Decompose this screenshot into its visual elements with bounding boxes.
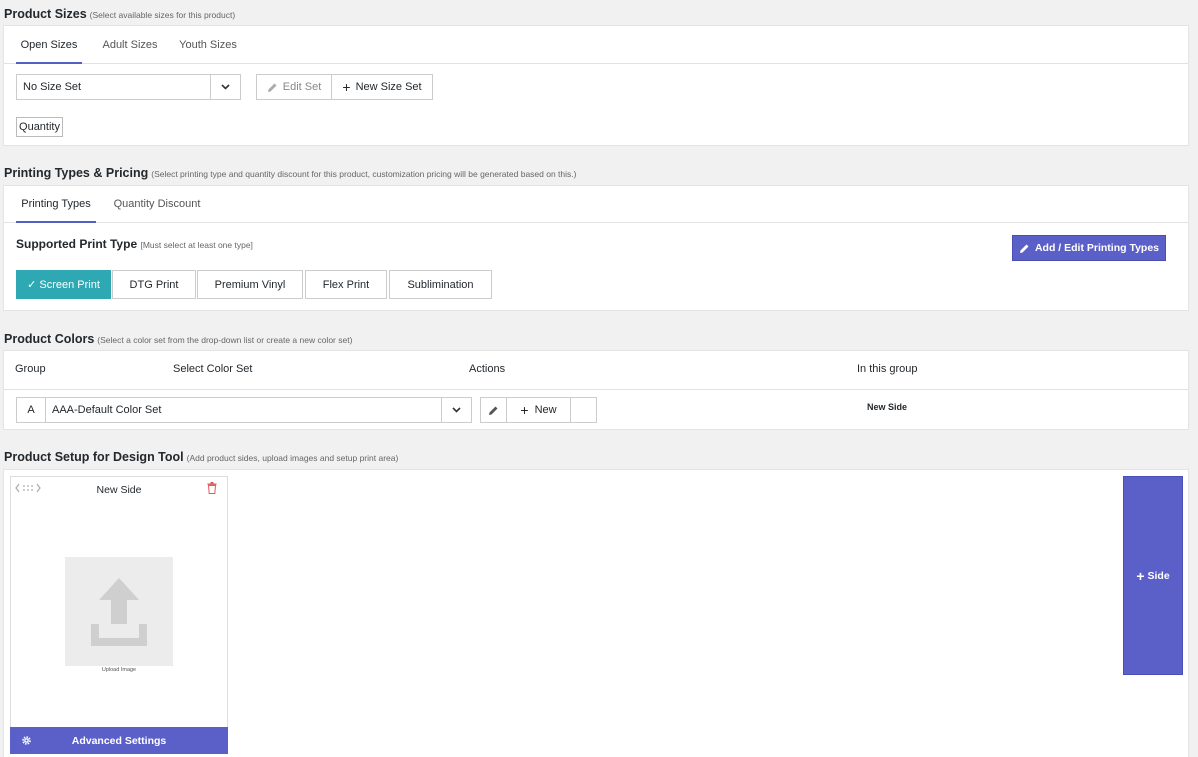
upload-image-area[interactable] [65, 557, 173, 666]
advanced-settings-label: Advanced Settings [71, 734, 167, 747]
printing-title: Printing Types & Pricing (Select printing… [4, 166, 576, 180]
new-color-set-label: New [534, 404, 557, 416]
printing-heading: Printing Types & Pricing [4, 166, 149, 180]
design-setup-panel: New Side Upload Image Advanced Settings … [3, 469, 1189, 757]
upload-image-label: Upload Image [101, 667, 137, 673]
add-side-button[interactable]: + Side [1123, 476, 1183, 675]
new-size-set-button[interactable]: + New Size Set [331, 74, 433, 100]
product-sizes-title: Product Sizes (Select available sizes for… [4, 7, 235, 21]
product-colors-panel: Group Select Color Set Actions In this g… [3, 350, 1189, 430]
group-label: A [16, 397, 46, 423]
extra-action-button[interactable] [570, 397, 597, 423]
column-select-color-set: Select Color Set [173, 363, 253, 375]
supported-print-type-text: Supported Print Type [16, 237, 138, 251]
size-set-select[interactable]: No Size Set [16, 74, 241, 100]
chevron-down-icon [210, 75, 240, 99]
size-tabs: Open Sizes Adult Sizes Youth Sizes [4, 26, 1188, 64]
product-colors-hint: (Select a color set from the drop-down l… [97, 335, 353, 345]
colors-header-divider [4, 389, 1188, 390]
product-sizes-heading: Product Sizes [4, 7, 87, 21]
side-card: New Side Upload Image Advanced Settings [10, 476, 228, 754]
tab-printing-types[interactable]: Printing Types [16, 186, 96, 223]
quantity-tag[interactable]: Quantity [16, 117, 63, 137]
plus-icon: + [342, 79, 351, 95]
tab-youth-sizes[interactable]: Youth Sizes [169, 26, 247, 64]
printing-panel: Printing Types Quantity Discount Support… [3, 185, 1189, 311]
gear-icon [21, 735, 32, 746]
column-group: Group [15, 363, 46, 375]
plus-icon: + [520, 402, 529, 418]
supported-print-type-label: Supported Print Type [Must select at lea… [16, 237, 253, 251]
tab-quantity-discount[interactable]: Quantity Discount [106, 186, 208, 223]
product-sizes-panel: Open Sizes Adult Sizes Youth Sizes No Si… [3, 25, 1189, 146]
in-group-side-name: New Side [867, 402, 908, 412]
print-type-sublimination[interactable]: Sublimination [389, 270, 492, 299]
print-type-dtg-print[interactable]: DTG Print [112, 270, 196, 299]
print-type-premium-vinyl[interactable]: Premium Vinyl [197, 270, 303, 299]
print-type-flex-print[interactable]: Flex Print [305, 270, 387, 299]
edit-color-set-button[interactable] [480, 397, 507, 423]
printing-tabs: Printing Types Quantity Discount [4, 186, 1188, 223]
supported-print-type-hint: [Must select at least one type] [140, 240, 253, 250]
add-edit-printing-types-label: Add / Edit Printing Types [1034, 242, 1160, 254]
tab-open-sizes[interactable]: Open Sizes [16, 26, 82, 64]
side-name: New Side [96, 484, 142, 496]
pencil-icon [1019, 243, 1030, 254]
size-set-value: No Size Set [23, 81, 82, 93]
chevron-down-icon [441, 398, 471, 422]
trash-icon[interactable] [207, 482, 217, 494]
edit-set-button[interactable]: Edit Set [256, 74, 332, 100]
product-colors-heading: Product Colors [4, 332, 95, 346]
print-type-screen-print[interactable]: ✓ Screen Print [16, 270, 111, 299]
tab-adult-sizes[interactable]: Adult Sizes [92, 26, 168, 64]
upload-icon [79, 572, 159, 652]
color-set-value: AAA-Default Color Set [52, 404, 162, 416]
column-in-this-group: In this group [857, 363, 918, 375]
advanced-settings-button[interactable]: Advanced Settings [10, 727, 228, 754]
design-setup-hint: (Add product sides, upload images and se… [186, 453, 399, 463]
product-colors-title: Product Colors (Select a color set from t… [4, 332, 352, 346]
new-color-set-button[interactable]: + New [506, 397, 571, 423]
pencil-icon [267, 82, 278, 93]
column-actions: Actions [469, 363, 506, 375]
design-setup-title: Product Setup for Design Tool (Add produc… [4, 450, 398, 464]
product-sizes-hint: (Select available sizes for this product… [89, 10, 236, 20]
add-edit-printing-types-button[interactable]: Add / Edit Printing Types [1012, 235, 1166, 261]
edit-set-label: Edit Set [282, 81, 322, 93]
add-side-label: Side [1147, 569, 1170, 582]
design-setup-heading: Product Setup for Design Tool [4, 450, 184, 464]
plus-icon: + [1136, 567, 1145, 584]
pencil-icon [488, 405, 499, 416]
printing-hint: (Select printing type and quantity disco… [151, 169, 577, 179]
new-size-set-label: New Size Set [355, 81, 422, 93]
color-set-select[interactable]: AAA-Default Color Set [45, 397, 472, 423]
